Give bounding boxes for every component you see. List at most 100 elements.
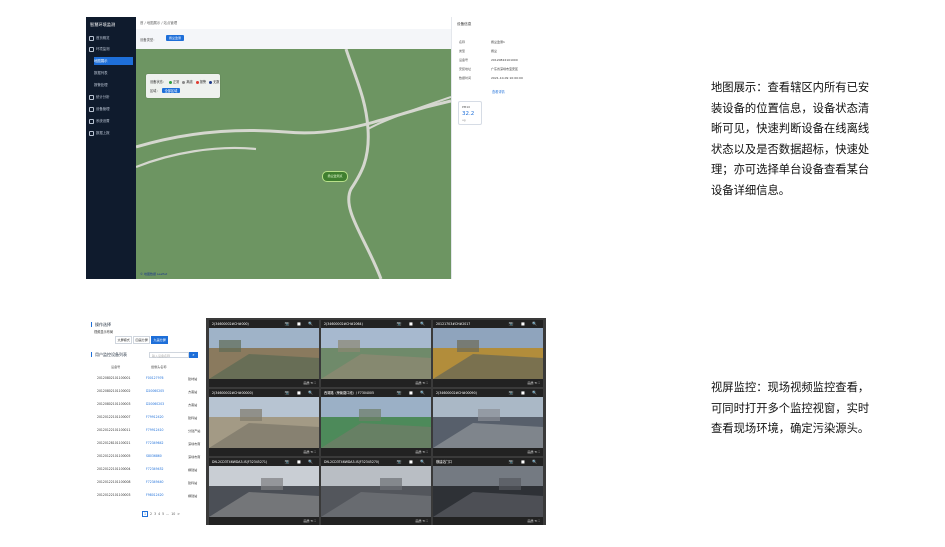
video-controls[interactable]: 画质 ⟲ ⛶: [321, 517, 431, 525]
status-dot-alarm: [195, 80, 199, 84]
video-toolbar-icons[interactable]: 📷 ■ 🔍: [397, 320, 428, 328]
sidebar: 智慧环境监测 首页概览 环境监测 地图展示 数据列表 报警处理 统计分析 设备管…: [86, 17, 136, 279]
video-title: 横建站门口 📷 ■ 🔍: [433, 458, 543, 466]
breadcrumb: 首 / 地图展示 / 站点管理: [140, 21, 178, 25]
video-feed: [433, 397, 543, 448]
video-toolbar-icons[interactable]: 📷 ■ 🔍: [285, 320, 316, 328]
info-field: 设备号 20120822101000: [459, 58, 518, 62]
video-title: DN-2CD3T46WDA3-IS(F32345271) 📷 ■ 🔍: [209, 458, 319, 466]
status-dot-nodata: [209, 80, 213, 84]
map-legend: 设备状态： 正常 离线 报警 无数 区域： 全部区域: [146, 74, 220, 98]
table-row[interactable]: 20120122101100004 F72349452 横建站: [89, 464, 206, 475]
filter-label: 设备类型：: [140, 38, 157, 42]
tab-nine-split[interactable]: 九画分屏: [151, 336, 169, 344]
sidebar-item-settings[interactable]: 系统设置: [89, 117, 133, 125]
pagination: 1 2 3 4 5... 10 >: [142, 511, 182, 517]
video-feed: [321, 397, 431, 448]
table-row[interactable]: 20120802101100001 F00127976 建材站: [89, 373, 206, 384]
tab-big-screen[interactable]: 大屏模式: [115, 336, 133, 344]
sidebar-item-report[interactable]: 数据上报: [89, 129, 133, 137]
video-cell[interactable]: 横建站门口 📷 ■ 🔍 画质 ⟲ ⛶: [433, 458, 543, 525]
device-marker[interactable]: 扬尘监测点: [322, 171, 348, 182]
video-feed: [433, 328, 543, 379]
info-field: 数据时间 2021-10-09 10:00:00: [459, 76, 523, 80]
video-toolbar-icons[interactable]: 📷 ■ 🔍: [509, 320, 540, 328]
sidebar-item-stats[interactable]: 统计分析: [89, 93, 133, 101]
video-feed: [209, 466, 319, 517]
page-5[interactable]: 5: [162, 512, 164, 516]
video-toolbar-icons[interactable]: 📷 ■ 🔍: [397, 389, 428, 397]
table-row[interactable]: 20120802101100003 D20060203 方案站: [89, 399, 206, 410]
info-field: 名称 扬尘监测1: [459, 40, 505, 44]
video-controls[interactable]: 画质 ⟲ ⛶: [209, 448, 319, 456]
video-controls[interactable]: 画质 ⟲ ⛶: [433, 379, 543, 387]
video-cell[interactable]: 西湖路（荣聚路口段）/ F7304005 📷 ■ 🔍 画质 ⟲ ⛶: [321, 389, 431, 456]
map-attribution: © 地图数据 Leaflet: [140, 272, 168, 276]
video-cell[interactable]: DN-2CD3T46WDA3-IS(F32345270) 📷 ■ 🔍 画质 ⟲ ⛶: [321, 458, 431, 525]
video-toolbar-icons[interactable]: 📷 ■ 🔍: [285, 458, 316, 466]
video-toolbar-icons[interactable]: 📷 ■ 🔍: [397, 458, 428, 466]
search-icon: ⌕: [192, 352, 195, 357]
video-title: 2(34600002#CH#00090) 📷 ■ 🔍: [433, 389, 543, 397]
device-type-select[interactable]: 扬尘监测: [166, 35, 184, 41]
video-title: 2(34600002#CH#000) 📷 ■ 🔍: [209, 320, 319, 328]
monitor-icon: [89, 46, 94, 52]
video-controls[interactable]: 画质 ⟲ ⛶: [209, 379, 319, 387]
device-list-panel: 操作选择 视频显示布局 大屏模式 四画分屏 九画分屏 用户监控设备列表 输入设备…: [89, 318, 206, 525]
search-button[interactable]: ⌕: [189, 352, 198, 358]
video-controls[interactable]: 画质 ⟲ ⛶: [433, 448, 543, 456]
region-button[interactable]: 全部区域: [161, 88, 181, 93]
page-2[interactable]: 2: [150, 512, 152, 516]
video-cell[interactable]: 20121703#CH#2017 📷 ■ 🔍 画质 ⟲ ⛶: [433, 320, 543, 387]
video-feed: [209, 397, 319, 448]
video-toolbar-icons[interactable]: 📷 ■ 🔍: [285, 389, 316, 397]
video-title: 2(34600002#CH#00000) 📷 ■ 🔍: [209, 389, 319, 397]
table-row[interactable]: 20120122101100011 F79912410 分建产站: [89, 425, 206, 436]
video-cell[interactable]: 2(34600002#CH#00000) 📷 ■ 🔍 画质 ⟲ ⛶: [209, 389, 319, 456]
sidebar-item-monitor[interactable]: 环境监测: [89, 45, 133, 53]
detail-link[interactable]: 查看详情: [492, 89, 505, 94]
video-controls[interactable]: 画质 ⟲ ⛶: [209, 517, 319, 525]
video-cell[interactable]: 2(34600002#CH#2064) 📷 ■ 🔍 画质 ⟲ ⛶: [321, 320, 431, 387]
page-10[interactable]: 10: [171, 512, 175, 516]
sidebar-item-devices[interactable]: 设备管理: [89, 105, 133, 113]
table-row[interactable]: 20120122101100003 F98012420 横建站: [89, 490, 206, 501]
status-dot-offline: [182, 80, 186, 84]
search-input[interactable]: 输入设备名称: [149, 352, 189, 358]
video-cell[interactable]: 2(34600002#CH#00090) 📷 ■ 🔍 画质 ⟲ ⛶: [433, 389, 543, 456]
home-icon: [89, 35, 94, 41]
video-cell[interactable]: 2(34600002#CH#000) 📷 ■ 🔍 画质 ⟲ ⛶: [209, 320, 319, 387]
app-title: 智慧环境监测: [90, 22, 116, 27]
video-toolbar-icons[interactable]: 📷 ■ 🔍: [509, 389, 540, 397]
table-row[interactable]: 20120122101100008 F72349440 建科站: [89, 477, 206, 488]
table-row[interactable]: 20120122101100005 S8036860 深圳市南: [89, 451, 206, 462]
info-field: 安装地址 广东省深圳市宝安区: [459, 67, 519, 71]
page-1[interactable]: 1: [142, 511, 149, 517]
page-4[interactable]: 4: [158, 512, 160, 516]
video-cell[interactable]: DN-2CD3T46WDA3-IS(F32345271) 📷 ■ 🔍 画质 ⟲ ⛶: [209, 458, 319, 525]
map-canvas[interactable]: 设备状态： 正常 离线 报警 无数 区域： 全部区域 扬尘监测点 © 地图数据 L…: [136, 49, 451, 279]
device-icon: [89, 106, 94, 112]
sidebar-item-alarm[interactable]: 报警处理: [94, 81, 133, 89]
video-toolbar-icons[interactable]: 📷 ■ 🔍: [509, 458, 540, 466]
video-title: 20121703#CH#2017 📷 ■ 🔍: [433, 320, 543, 328]
page-3[interactable]: 3: [154, 512, 156, 516]
video-controls[interactable]: 画质 ⟲ ⛶: [321, 379, 431, 387]
filter-bar: 设备类型： 扬尘监测: [136, 29, 451, 49]
pm10-card: PM10 32.2 ug: [458, 101, 482, 125]
sidebar-item-map[interactable]: 地图展示: [94, 57, 133, 65]
next-page-button[interactable]: >: [177, 512, 180, 516]
table-row[interactable]: 20120802101100002 D20060205 方案站: [89, 386, 206, 397]
tab-four-split[interactable]: 四画分屏: [133, 336, 151, 344]
sidebar-item-home[interactable]: 首页概览: [89, 34, 133, 42]
video-controls[interactable]: 画质 ⟲ ⛶: [321, 448, 431, 456]
column-header: 摄像头名称: [151, 365, 167, 369]
video-title: DN-2CD3T46WDA3-IS(F32345270) 📷 ■ 🔍: [321, 458, 431, 466]
section-title-ops: 操作选择: [91, 322, 111, 327]
video-controls[interactable]: 画质 ⟲ ⛶: [433, 517, 543, 525]
device-info-panel: 设备信息 名称 扬尘监测1 类型 扬尘 设备号 20120822101000 安装地址…: [451, 17, 538, 279]
table-row[interactable]: 20120128101100021 F72349642 深圳市南: [89, 438, 206, 449]
table-row[interactable]: 20120122101100007 F79912420 建科站: [89, 412, 206, 423]
sidebar-item-data-list[interactable]: 数据列表: [94, 69, 133, 77]
status-dot-normal: [168, 80, 172, 84]
